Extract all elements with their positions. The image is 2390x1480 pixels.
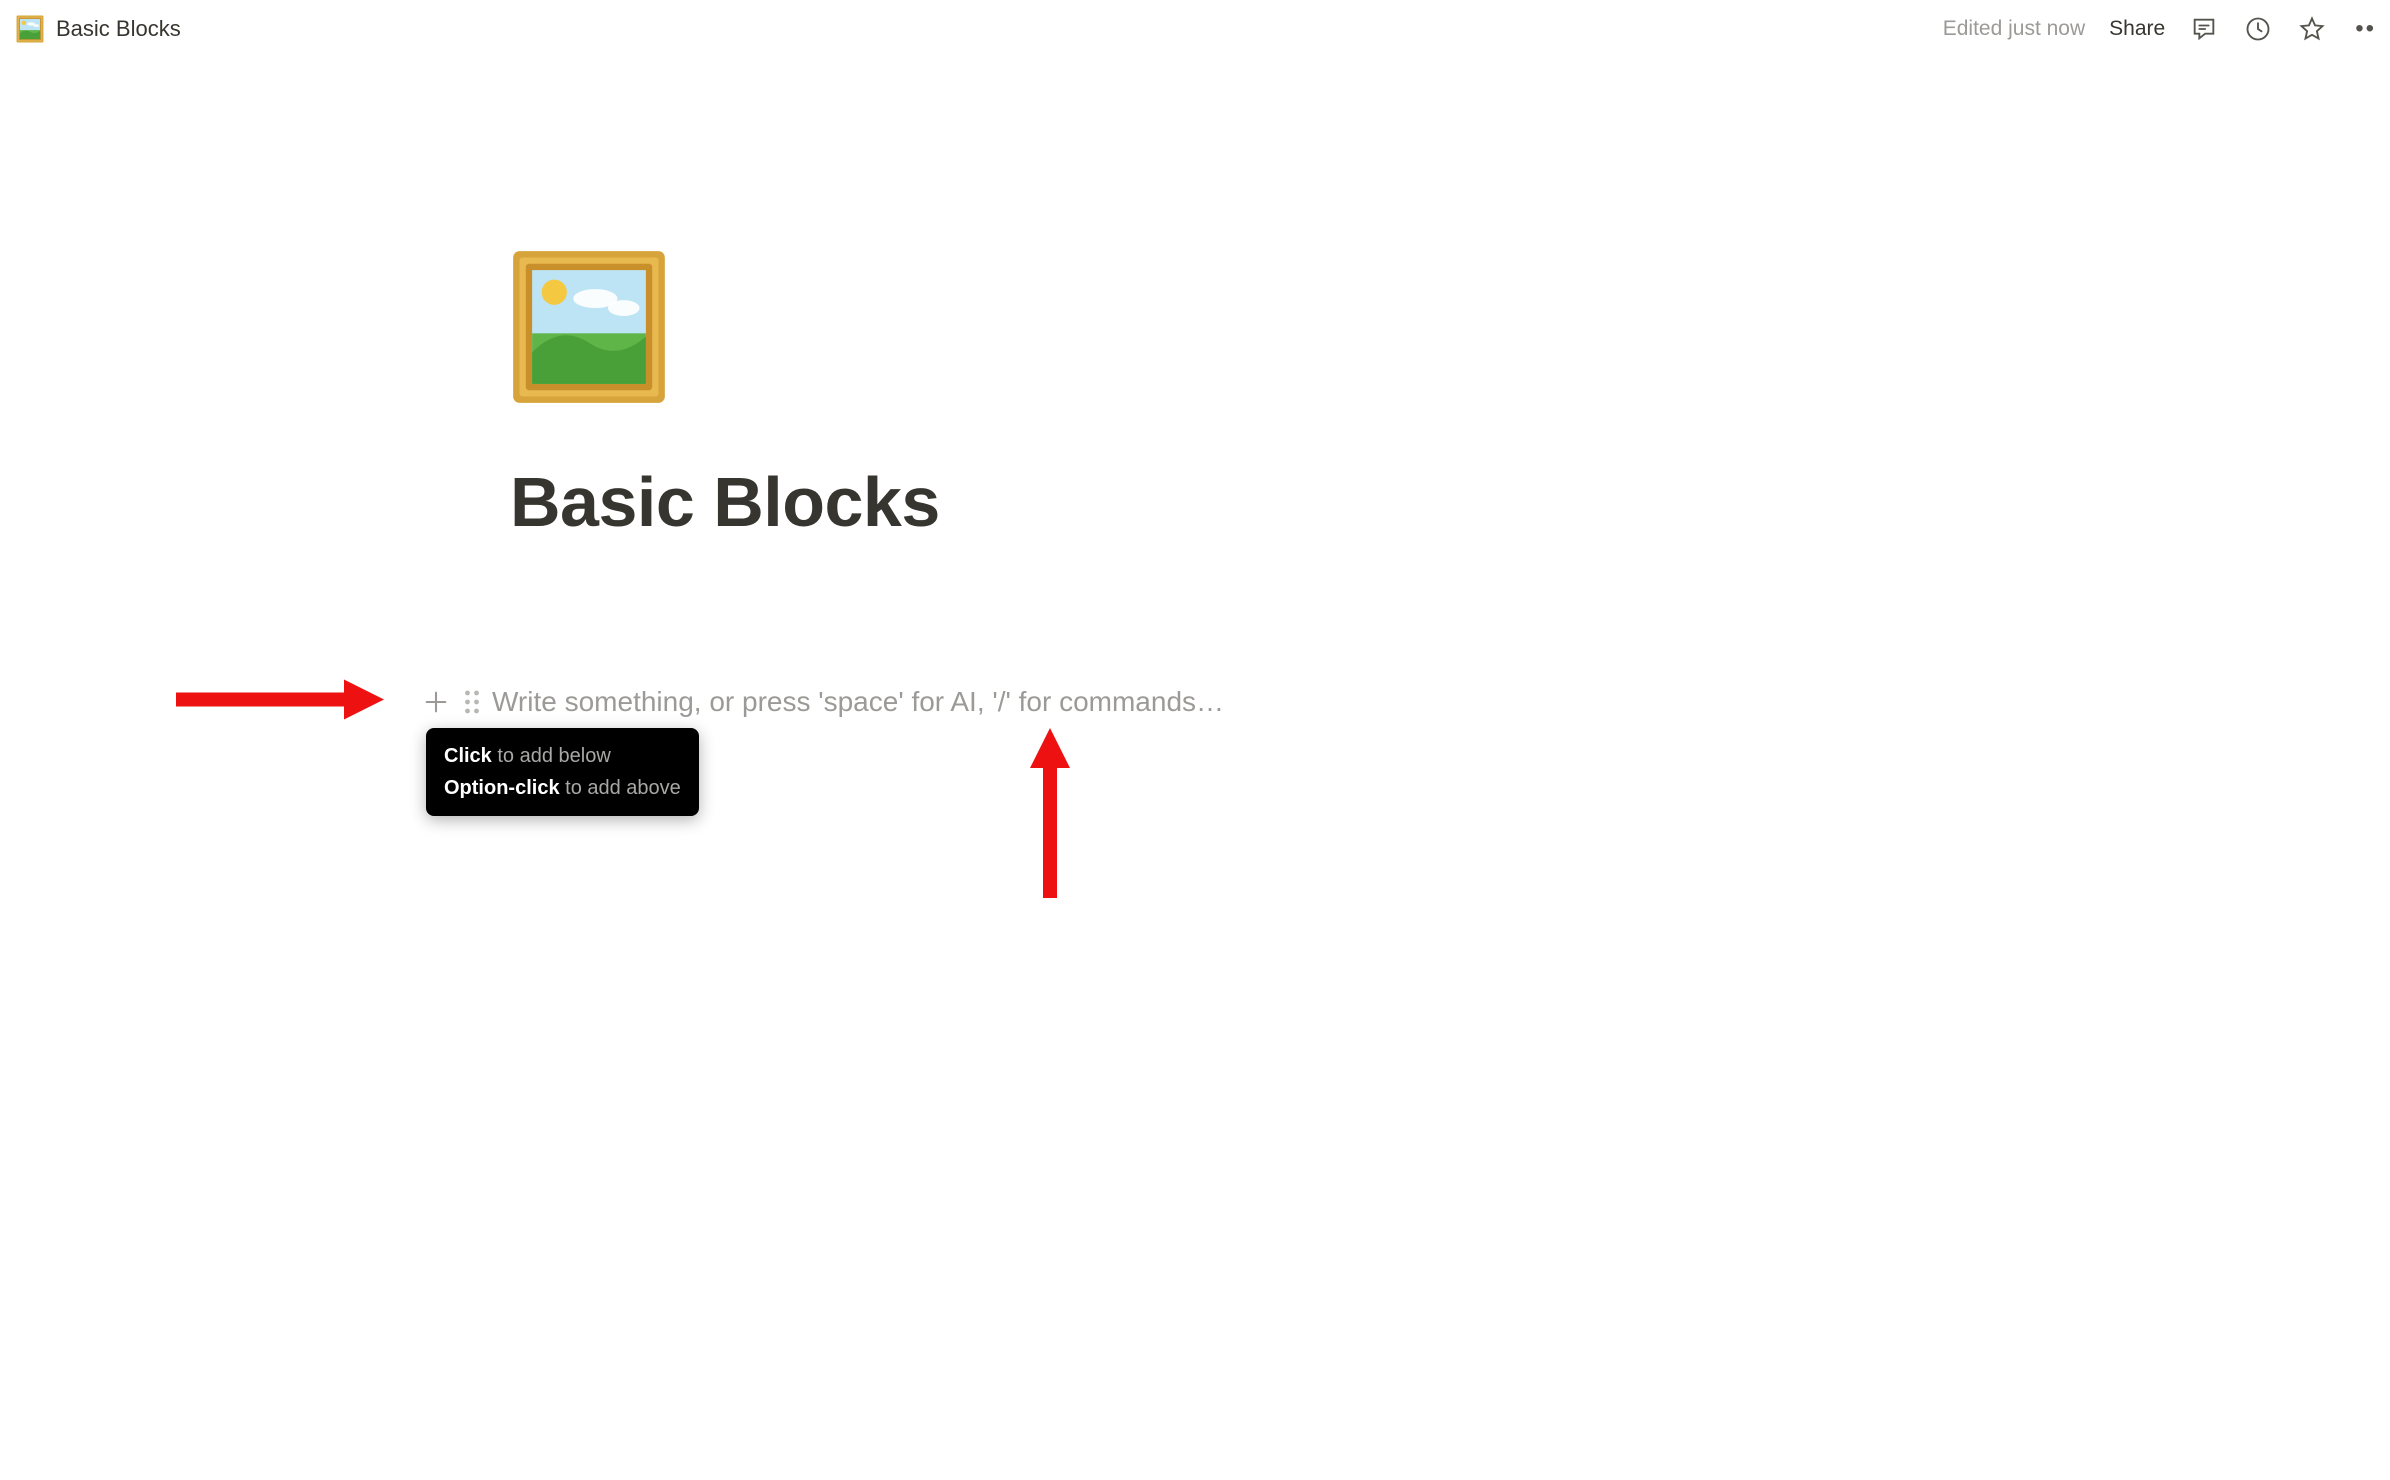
favorite-star-icon[interactable] bbox=[2297, 14, 2327, 44]
edited-status[interactable]: Edited just now bbox=[1943, 17, 2085, 41]
page-body: Basic Blocks bbox=[0, 58, 2390, 722]
drag-handle-icon[interactable] bbox=[460, 684, 484, 720]
add-block-button[interactable] bbox=[416, 682, 456, 722]
topbar-actions: Edited just now Share •• bbox=[1943, 14, 2376, 44]
page-icon-small bbox=[14, 13, 46, 45]
add-block-tooltip: Click to add below Option-click to add a… bbox=[426, 728, 699, 816]
page-icon-large[interactable] bbox=[510, 248, 668, 406]
tooltip-line1-strong: Click bbox=[444, 745, 492, 767]
block-text-input[interactable] bbox=[484, 682, 1780, 722]
block-handles bbox=[416, 682, 484, 722]
annotation-arrow-up bbox=[1026, 728, 1074, 903]
share-button[interactable]: Share bbox=[2109, 17, 2165, 41]
empty-block-row: Click to add below Option-click to add a… bbox=[416, 682, 1780, 722]
topbar: Basic Blocks Edited just now Share •• bbox=[0, 0, 2390, 58]
more-menu-icon[interactable]: •• bbox=[2351, 15, 2376, 43]
annotation-arrow-right bbox=[176, 676, 386, 729]
breadcrumb[interactable]: Basic Blocks bbox=[14, 13, 181, 45]
page-title[interactable]: Basic Blocks bbox=[510, 462, 1780, 542]
breadcrumb-title: Basic Blocks bbox=[56, 16, 181, 42]
tooltip-line1-dim: to add below bbox=[492, 745, 611, 767]
tooltip-line2-strong: Option-click bbox=[444, 777, 560, 799]
tooltip-line2-dim: to add above bbox=[560, 777, 681, 799]
history-icon[interactable] bbox=[2243, 14, 2273, 44]
comments-icon[interactable] bbox=[2189, 14, 2219, 44]
